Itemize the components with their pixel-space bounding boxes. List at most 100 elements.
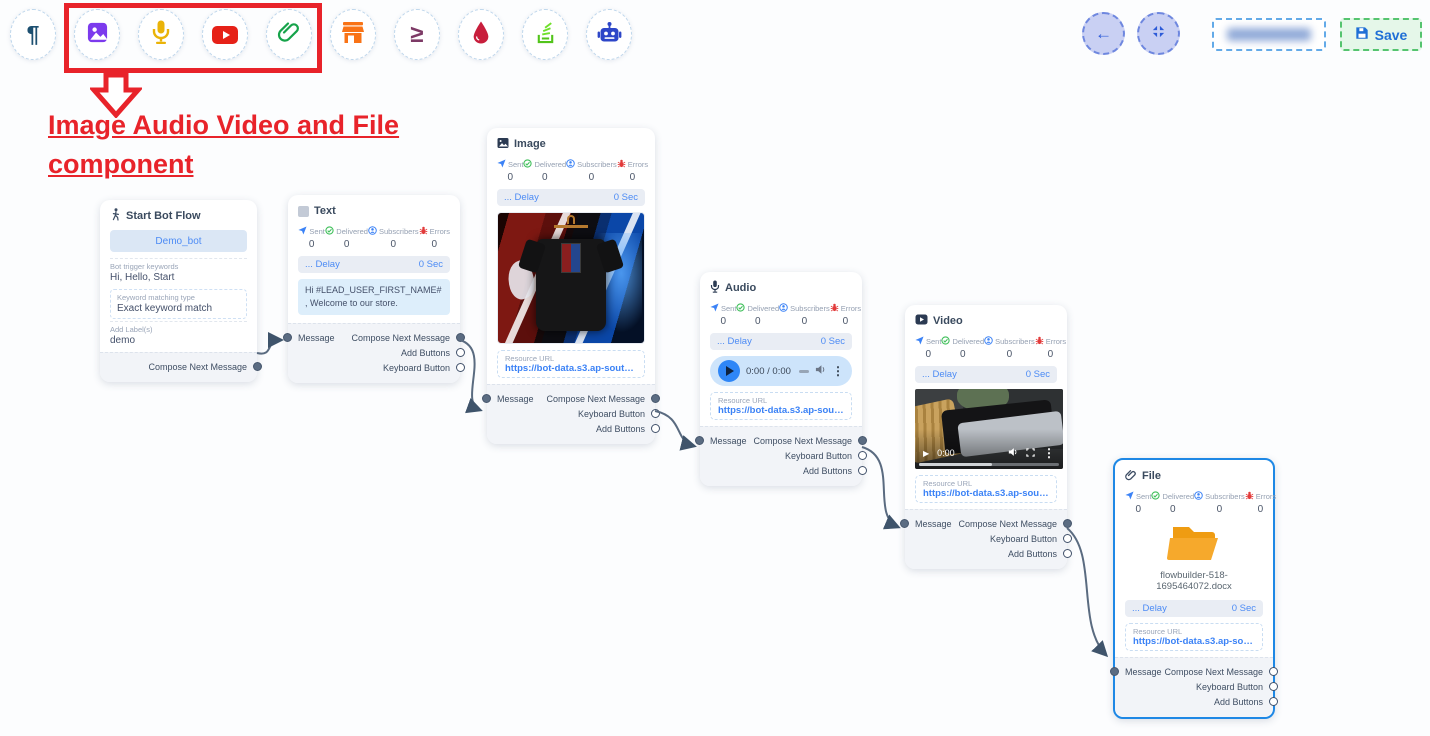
bot-name-chip[interactable]: Demo_bot — [110, 230, 247, 252]
keyboard-button-port[interactable] — [456, 363, 465, 372]
fit-view-button[interactable] — [1137, 12, 1180, 55]
resource-url-box: Resource URL https://bot-data.s3.ap-sout… — [1125, 623, 1263, 651]
compress-icon — [1150, 23, 1167, 45]
video-menu-dots-icon[interactable]: ⋮ — [1043, 446, 1055, 460]
resource-url-link[interactable]: https://bot-data.s3.ap-southeast-1.wasab… — [923, 488, 1049, 499]
sent-value: 0 — [710, 316, 736, 327]
keyboard-button-port[interactable] — [651, 409, 660, 418]
resource-url-link[interactable]: https://bot-data.s3.ap-southeast-1.wasab… — [1133, 636, 1255, 647]
annotation-heading-line1: Image Audio Video and File — [48, 106, 399, 145]
message-port[interactable] — [900, 519, 909, 528]
add-buttons-port[interactable] — [1063, 549, 1072, 558]
message-port[interactable] — [482, 394, 491, 403]
keyword-matching-field[interactable]: Keyword matching type Exact keyword matc… — [110, 289, 247, 319]
video-time: 0:00 — [937, 448, 955, 458]
node-file[interactable]: File Sent0 Delivered0 Subscribers0 Error… — [1113, 458, 1275, 719]
errors-label: Errors — [1256, 492, 1276, 501]
video-fullscreen-icon[interactable] — [1026, 448, 1035, 459]
blurred-action-button[interactable] — [1212, 18, 1326, 51]
play-button[interactable] — [718, 360, 740, 382]
add-buttons-port[interactable] — [858, 466, 867, 475]
compose-next-message-port[interactable] — [456, 333, 465, 342]
compose-next-message-port[interactable] — [1269, 667, 1278, 676]
errors-bug-icon — [1035, 336, 1044, 347]
node-image[interactable]: Image Sent0 Delivered0 Subscribers0 Erro… — [487, 128, 655, 444]
youtube-icon — [212, 26, 238, 44]
subscribers-icon — [1194, 491, 1203, 502]
volume-icon[interactable] — [815, 362, 826, 380]
resource-url-link[interactable]: https://bot-data.s3.ap-southeast-1.wasab… — [505, 363, 637, 374]
component-condition-button[interactable]: ≥ — [394, 9, 440, 60]
video-volume-icon[interactable] — [1008, 447, 1018, 459]
component-audio-button[interactable] — [138, 9, 184, 60]
video-play-icon[interactable]: ▶ — [923, 449, 929, 458]
errors-label: Errors — [841, 304, 861, 313]
add-buttons-port[interactable] — [456, 348, 465, 357]
compose-next-message-port[interactable] — [1063, 519, 1072, 528]
compose-next-message-port[interactable] — [651, 394, 660, 403]
keyboard-button-label: Keyboard Button — [1196, 682, 1263, 692]
component-droplet-button[interactable] — [458, 9, 504, 60]
flow-builder-canvas[interactable]: ¶ ≥ Image Audio Video and File component… — [0, 0, 1430, 736]
component-video-button[interactable] — [202, 9, 248, 60]
delivered-label: Delivered — [747, 304, 779, 313]
delay-row[interactable]: ... Delay 0 Sec — [710, 333, 852, 350]
image-preview[interactable] — [497, 212, 645, 344]
errors-value: 0 — [1245, 504, 1276, 515]
video-player[interactable]: ▶ 0:00 ⋮ — [915, 389, 1063, 469]
delay-row[interactable]: ... Delay 0 Sec — [1125, 600, 1263, 617]
delay-row[interactable]: ... Delay 0 Sec — [915, 366, 1057, 383]
keyboard-button-port[interactable] — [1063, 534, 1072, 543]
keyboard-button-port[interactable] — [1269, 682, 1278, 691]
add-labels-field[interactable]: Add Label(s) demo — [110, 321, 247, 350]
delivered-icon — [941, 336, 950, 347]
delay-row[interactable]: ... Delay 0 Sec — [298, 256, 450, 273]
compose-next-message-port[interactable] — [253, 362, 262, 371]
file-name: flowbuilder-518-1695464072.docx — [1125, 570, 1263, 592]
audio-menu-dots-icon[interactable]: ⋮ — [832, 364, 844, 378]
audio-time: 0:00 / 0:00 — [746, 366, 791, 377]
trigger-keywords-field[interactable]: Bot trigger keywords Hi, Hello, Start — [110, 258, 247, 287]
delivered-icon — [325, 226, 334, 237]
node-audio[interactable]: Audio Sent0 Delivered0 Subscribers0 Erro… — [700, 272, 862, 486]
save-button[interactable]: Save — [1340, 18, 1422, 51]
component-stack-button[interactable] — [522, 9, 568, 60]
compose-next-message-label: Compose Next Message — [753, 436, 852, 446]
audio-player[interactable]: 0:00 / 0:00 ⋮ — [710, 356, 852, 386]
delivered-label: Delivered — [336, 227, 368, 236]
audio-progress-track[interactable] — [799, 370, 809, 373]
message-port[interactable] — [1110, 667, 1119, 676]
component-ecommerce-button[interactable] — [330, 9, 376, 60]
node-text[interactable]: Text Sent0 Delivered0 Subscribers0 Error… — [288, 195, 460, 383]
resource-url-box: Resource URL https://bot-data.s3.ap-sout… — [915, 475, 1057, 503]
delay-label: ... Delay — [504, 192, 539, 203]
keyboard-button-label: Keyboard Button — [383, 363, 450, 373]
compose-next-message-port[interactable] — [858, 436, 867, 445]
message-port[interactable] — [695, 436, 704, 445]
node-video[interactable]: Video Sent0 Delivered0 Subscribers0 Erro… — [905, 305, 1067, 569]
resource-url-link[interactable]: https://bot-data.s3.ap-southeast-1.wasab… — [718, 405, 844, 416]
sent-value: 0 — [1125, 504, 1151, 515]
subscribers-label: Subscribers — [995, 337, 1035, 346]
component-bot-button[interactable] — [586, 9, 632, 60]
add-buttons-port[interactable] — [651, 424, 660, 433]
message-port[interactable] — [283, 333, 292, 342]
keyboard-button-port[interactable] — [858, 451, 867, 460]
delay-row[interactable]: ... Delay 0 Sec — [497, 189, 645, 206]
keyboard-button-label: Keyboard Button — [785, 451, 852, 461]
message-text-box[interactable]: Hi #LEAD_USER_FIRST_NAME# , Welcome to o… — [298, 279, 450, 315]
component-image-button[interactable] — [74, 9, 120, 60]
add-buttons-port[interactable] — [1269, 697, 1278, 706]
robot-icon — [597, 21, 622, 49]
node-title: Start Bot Flow — [126, 210, 201, 222]
back-button[interactable]: ← — [1082, 12, 1125, 55]
compose-next-message-label: Compose Next Message — [148, 362, 247, 372]
subscribers-label: Subscribers — [577, 160, 617, 169]
delay-value: 0 Sec — [1026, 369, 1050, 380]
image-icon — [86, 21, 109, 49]
node-start-bot-flow[interactable]: Start Bot Flow Demo_bot Bot trigger keyw… — [100, 200, 257, 382]
video-progress-bar[interactable] — [919, 463, 1059, 466]
component-text-button[interactable]: ¶ — [10, 9, 56, 60]
annotation-heading-line2: component — [48, 145, 399, 184]
component-file-button[interactable] — [266, 9, 312, 60]
